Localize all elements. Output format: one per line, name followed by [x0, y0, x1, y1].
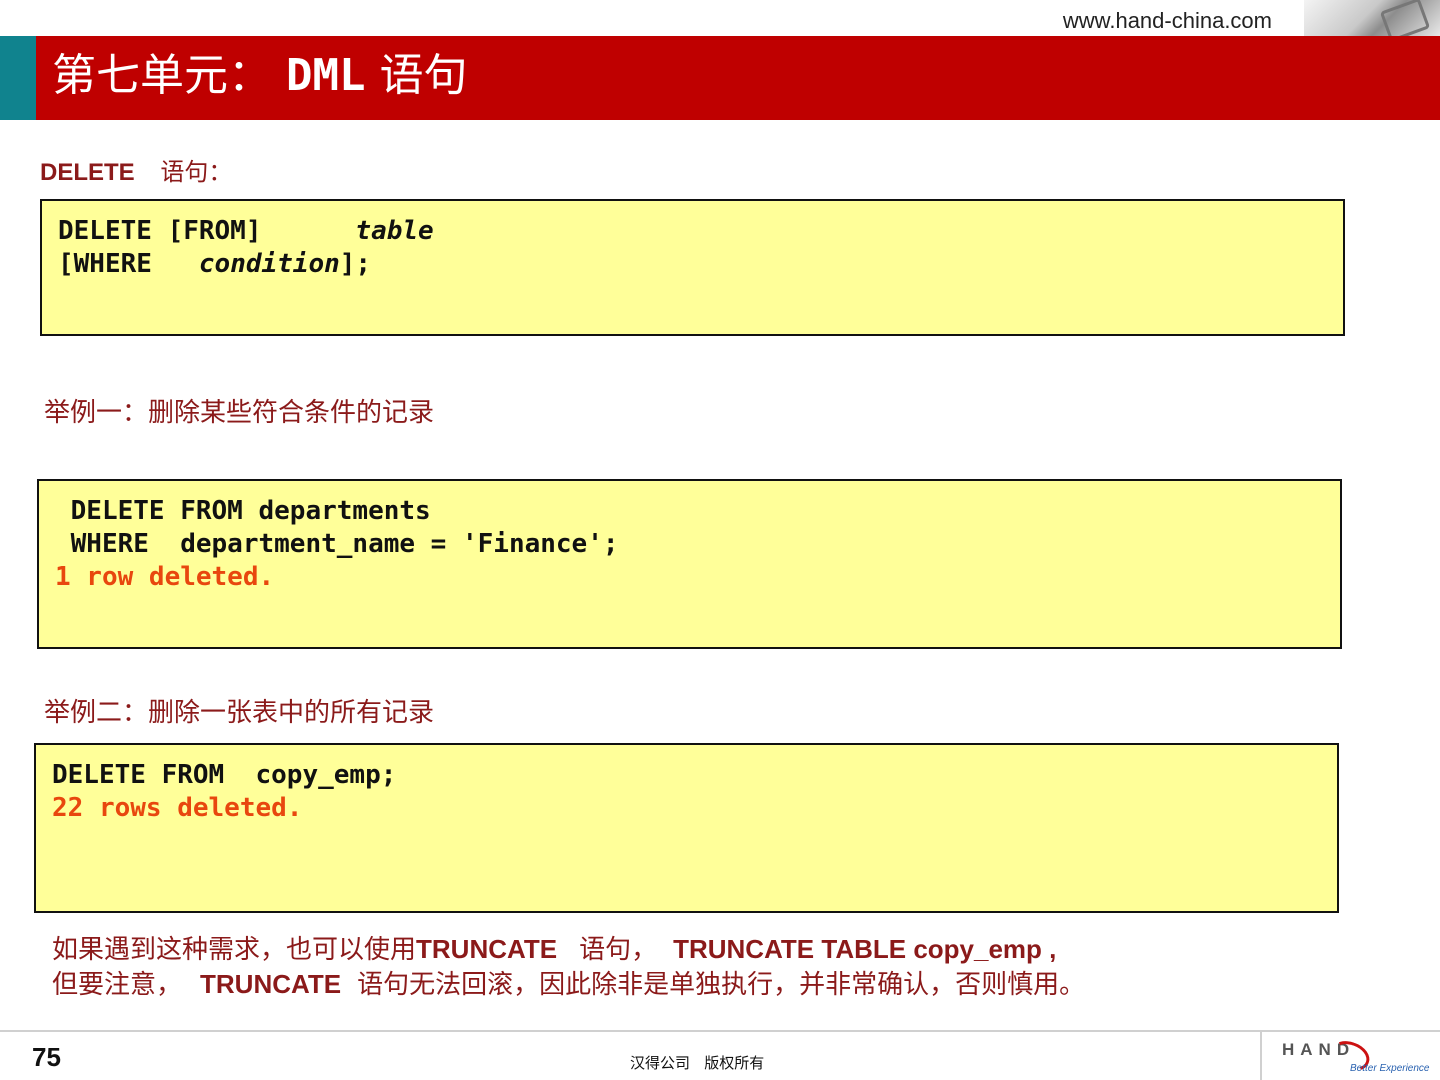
website-url: www.hand-china.com [1062, 8, 1272, 33]
example1-label: 举例一：删除某些符合条件的记录 [44, 398, 435, 428]
example2-code: DELETE FROM copy_emp; 22 rows deleted. [52, 759, 396, 825]
truncate-note-line1: 如果遇到这种需求，也可以使用TRUNCATE 语句， TRUNCATE TABLE … [52, 932, 1085, 967]
footer-divider [0, 1030, 1440, 1032]
syntax-code-box: DELETE [FROM] table [WHERE condition]; [40, 199, 1345, 336]
note-line1-text: 如果遇到这种需求，也可以使用 [52, 935, 417, 965]
note-truncate-keyword: TRUNCATE [416, 934, 558, 964]
example2-result: 22 rows deleted. [52, 793, 303, 823]
note-line2-text: 但要注意， [52, 970, 183, 1000]
slide-title-prefix: 第七单元： [52, 50, 272, 101]
page-number: 75 [32, 1042, 61, 1072]
example1-code: DELETE FROM departments WHERE department… [55, 495, 619, 594]
truncate-note: 如果遇到这种需求，也可以使用TRUNCATE 语句， TRUNCATE TABLE … [52, 932, 1085, 1002]
example2-code-box: DELETE FROM copy_emp; 22 rows deleted. [34, 743, 1339, 913]
note-line2-warning: 语句无法回滚，因此除非是单独执行，并非常确认，否则慎用。 [357, 970, 1086, 1000]
example1-line1: DELETE FROM departments [55, 496, 431, 526]
note-truncate-keyword-2: TRUNCATE [200, 969, 342, 999]
syntax-line2-end: ]; [339, 249, 372, 279]
logo-tagline: Better Experience [1350, 1063, 1430, 1074]
example2-label: 举例二：删除一张表中的所有记录 [44, 698, 435, 728]
section-suffix: 语句： [160, 158, 233, 186]
example1-result: 1 row deleted. [55, 562, 275, 592]
slide-title: 第七单元： DML 语句 [52, 44, 467, 108]
section-keyword: DELETE [40, 159, 135, 186]
accent-bar [0, 36, 36, 120]
note-line1-statement: 语句， [579, 935, 658, 965]
corner-decoration-image [1304, 0, 1440, 36]
example2-line1: DELETE FROM copy_emp; [52, 760, 397, 790]
slide-title-suffix: 语句 [379, 50, 468, 101]
syntax-line2-keyword: [WHERE [58, 249, 199, 279]
syntax-code: DELETE [FROM] table [WHERE condition]; [58, 215, 434, 281]
example1-line2: WHERE department_name = 'Finance'; [55, 529, 619, 559]
title-banner-corner [1304, 36, 1440, 120]
syntax-table-placeholder: table [355, 216, 434, 246]
example1-code-box: DELETE FROM departments WHERE department… [37, 479, 1342, 649]
section-heading: DELETE 语句： [40, 152, 232, 187]
truncate-note-line2: 但要注意， TRUNCATE 语句无法回滚，因此除非是单独执行，并非常确认，否则慎用… [52, 967, 1085, 1002]
syntax-line1-keyword: DELETE [FROM] [58, 216, 356, 246]
note-truncate-example: TRUNCATE TABLE copy_emp , [673, 934, 1057, 964]
slide-title-keyword: DML [286, 50, 366, 101]
copyright-text: 汉得公司 版权所有 [630, 1054, 765, 1072]
syntax-condition-placeholder: condition [198, 249, 340, 279]
